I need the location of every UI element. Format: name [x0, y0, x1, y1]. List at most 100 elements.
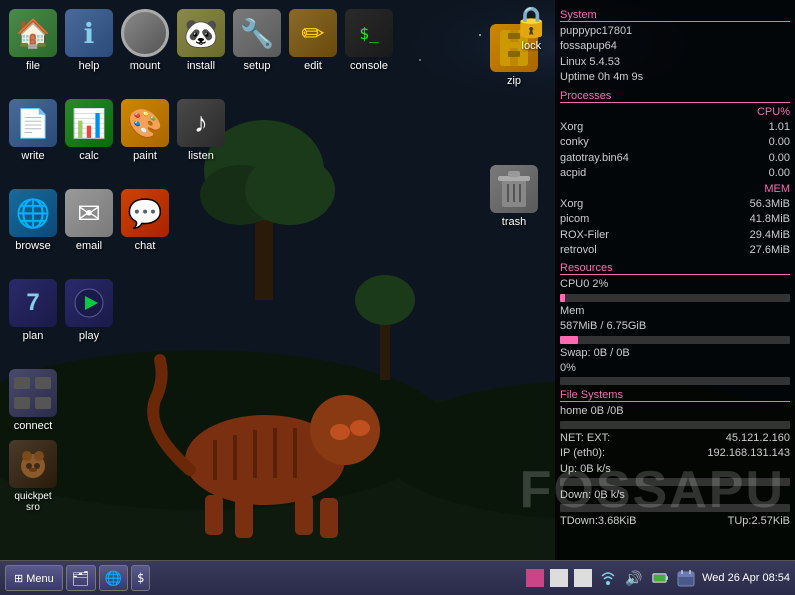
quickpet-icon-label: quickpetsro	[14, 491, 51, 513]
sysmon-proc-gatotray-name: gatotray.bin64	[560, 151, 629, 166]
sysmon-kernel-row: Linux 5.4.53	[560, 55, 790, 70]
icon-row-2: 📄 write 📊 calc 🎨 paint ♪ listen	[5, 95, 229, 166]
sysmon-mem-header-label: MEM	[764, 182, 790, 197]
desktop-icon-help[interactable]: ℹ help	[61, 5, 117, 76]
setup-icon-label: setup	[244, 60, 271, 72]
sysmon-cpu-header: CPU%	[560, 105, 790, 120]
setup-icon-img: 🔧	[233, 9, 281, 57]
taskbar-globe-icon: 🌐	[105, 570, 122, 587]
taskbar-terminal-icon: $	[137, 571, 144, 585]
taskbar-file-manager[interactable]: 🗂	[66, 565, 96, 591]
desktop-icon-write[interactable]: 📄 write	[5, 95, 61, 166]
listen-icon-img: ♪	[177, 99, 225, 147]
sysmon-fs-title: File Systems	[560, 389, 790, 402]
desktop-icon-file[interactable]: 🏠 file	[5, 5, 61, 76]
tray-color2[interactable]	[550, 569, 568, 587]
sysmon-transfer-row: TDown:3.68KiB TUp:2.57KiB	[560, 514, 790, 529]
sysmon-mem-header: MEM	[560, 182, 790, 197]
icon-row-4: 7 plan play	[5, 275, 117, 346]
menu-button[interactable]: ⊞ Menu	[5, 565, 63, 591]
taskbar-globe[interactable]: 🌐	[99, 565, 128, 591]
install-icon-label: install	[187, 60, 215, 72]
browse-icon-label: browse	[15, 240, 50, 252]
tray-calendar-icon[interactable]	[676, 568, 696, 588]
desktop-icon-chat[interactable]: 💬 chat	[117, 185, 173, 256]
desktop-icon-play[interactable]: play	[61, 275, 117, 346]
chat-icon-label: chat	[135, 240, 156, 252]
sysmon-memproc-retrovol-mem: 27.6MiB	[750, 243, 790, 258]
sysmon-proc-acpid-name: acpid	[560, 166, 586, 181]
sysmon-kernel: Linux 5.4.53	[560, 55, 620, 70]
write-icon-img: 📄	[9, 99, 57, 147]
sysmon-swap-bar	[560, 377, 790, 385]
sysmon-mem-values: 587MiB / 6.75GiB	[560, 319, 646, 334]
sysmon-proc-gatotray-cpu: 0.00	[769, 151, 790, 166]
desktop-icon-email[interactable]: ✉ email	[61, 185, 117, 256]
sysmon-proc-acpid: acpid 0.00	[560, 166, 790, 181]
sysmon-memproc-picom-name: picom	[560, 212, 589, 227]
desktop: 🏠 file ℹ help mount 🐼 install 🔧 setup ✏ …	[0, 0, 795, 560]
sysmon-system-title: System	[560, 9, 790, 22]
sysmon-tup: TUp:2.57KiB	[728, 514, 790, 529]
plan-icon-img: 7	[9, 279, 57, 327]
sysmon-up-row: Up: 0B k/s	[560, 462, 790, 477]
icon-col-bottom: connect quickpetsro	[5, 365, 61, 517]
taskbar-clock: Wed 26 Apr 08:54	[702, 572, 790, 584]
sysmon-home-label: home 0B /0B	[560, 404, 624, 419]
tray-color3[interactable]	[574, 569, 592, 587]
help-icon-img: ℹ	[65, 9, 113, 57]
desktop-icon-paint[interactable]: 🎨 paint	[117, 95, 173, 166]
lock-area[interactable]: 🔒 lock	[513, 5, 550, 52]
sysmon-proc-conky: conky 0.00	[560, 135, 790, 150]
sysmon-down-label: Down: 0B k/s	[560, 488, 625, 503]
sysmon-home-row: home 0B /0B	[560, 404, 790, 419]
connect-icon-label: connect	[14, 420, 53, 432]
sysmon-hostname-row: puppypc17801	[560, 24, 790, 39]
desktop-icon-listen[interactable]: ♪ listen	[173, 95, 229, 166]
tray-battery-icon[interactable]	[650, 568, 670, 588]
trash-icon-label: trash	[502, 216, 526, 228]
desktop-icon-edit[interactable]: ✏ edit	[285, 5, 341, 76]
desktop-icon-connect[interactable]: connect	[5, 365, 61, 436]
tray-volume-icon[interactable]: 🔊	[624, 568, 644, 588]
tray-network-icon[interactable]	[598, 568, 618, 588]
quickpet-icon-img	[9, 440, 57, 488]
sysmon-proc-gatotray: gatotray.bin64 0.00	[560, 151, 790, 166]
sysmon-mem-bar	[560, 336, 790, 344]
desktop-icon-browse[interactable]: 🌐 browse	[5, 185, 61, 256]
sysmon-proc-xorg: Xorg 1.01	[560, 120, 790, 135]
desktop-icon-mount[interactable]: mount	[117, 5, 173, 76]
sysmon-proc-conky-cpu: 0.00	[769, 135, 790, 150]
sysmon-down-bar	[560, 504, 790, 512]
desktop-icon-install[interactable]: 🐼 install	[173, 5, 229, 76]
desktop-icon-trash[interactable]: trash	[486, 161, 542, 232]
mount-icon-label: mount	[130, 60, 161, 72]
desktop-icon-calc[interactable]: 📊 calc	[61, 95, 117, 166]
sysmon-user-row: fossapup64	[560, 39, 790, 54]
tray-color1[interactable]	[526, 569, 544, 587]
icon-row-3: 🌐 browse ✉ email 💬 chat	[5, 185, 173, 256]
sysmon-down-row: Down: 0B k/s	[560, 488, 790, 503]
desktop-icon-setup[interactable]: 🔧 setup	[229, 5, 285, 76]
system-tray: 🔊 Wed 26 Apr 08:54	[526, 568, 790, 588]
connect-icon-img	[9, 369, 57, 417]
system-monitor: System puppypc17801 fossapup64 Linux 5.4…	[555, 0, 795, 560]
sysmon-memproc-roxfiler-mem: 29.4MiB	[750, 228, 790, 243]
calc-icon-label: calc	[79, 150, 99, 162]
write-icon-label: write	[21, 150, 44, 162]
desktop-icon-plan[interactable]: 7 plan	[5, 275, 61, 346]
desktop-icon-console[interactable]: $_ console	[341, 5, 397, 76]
sysmon-memproc-xorg-name: Xorg	[560, 197, 583, 212]
taskbar-terminal[interactable]: $	[131, 565, 150, 591]
install-icon-img: 🐼	[177, 9, 225, 57]
desktop-icon-quickpet[interactable]: quickpetsro	[5, 436, 61, 517]
console-icon-img: $_	[345, 9, 393, 57]
mount-icon-img	[121, 9, 169, 57]
sysmon-hostname: puppypc17801	[560, 24, 632, 39]
sysmon-ip-label: IP (eth0):	[560, 446, 605, 461]
email-icon-label: email	[76, 240, 102, 252]
taskbar: ⊞ Menu 🗂 🌐 $ 🔊	[0, 560, 795, 595]
paint-icon-label: paint	[133, 150, 157, 162]
sysmon-memproc-retrovol-name: retrovol	[560, 243, 597, 258]
sysmon-net-ext-val: 45.121.2.160	[726, 431, 790, 446]
